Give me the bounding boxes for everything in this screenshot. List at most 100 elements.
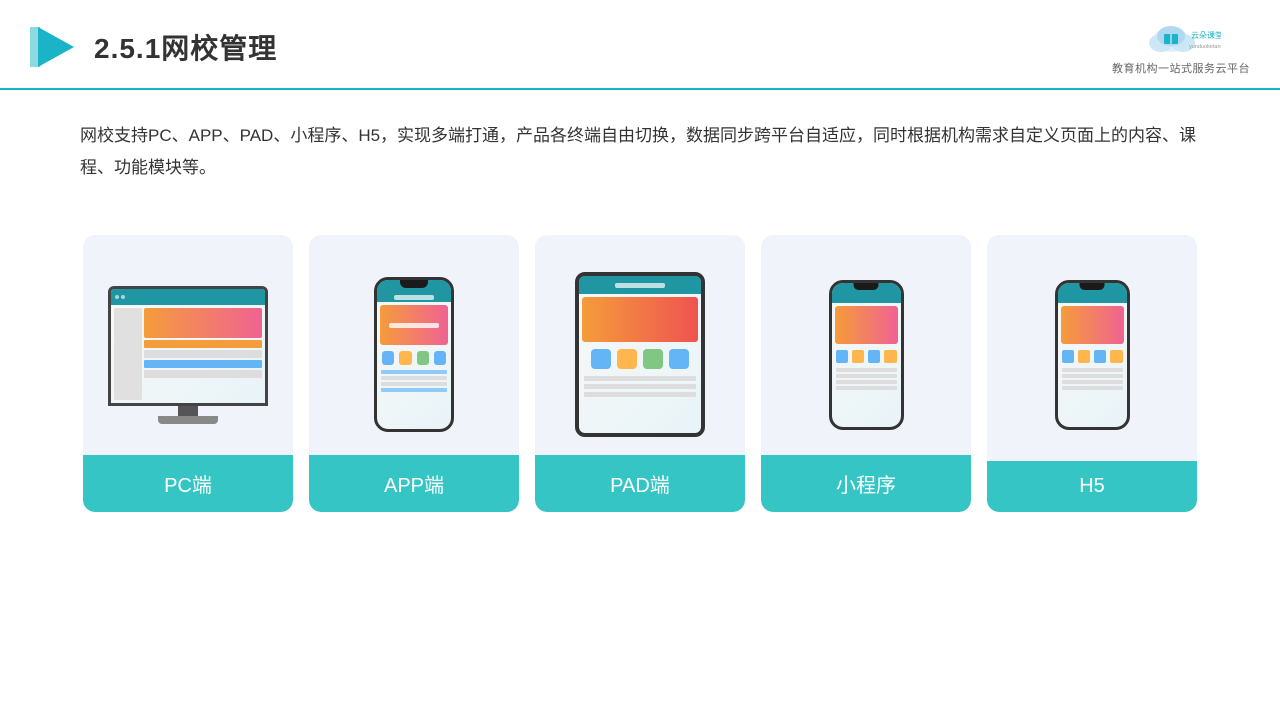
- app-device-area: [309, 255, 519, 455]
- mini-icon-3-h5: [1094, 350, 1106, 363]
- mini-row-1: [836, 368, 897, 372]
- play-icon: [30, 23, 78, 71]
- tablet-banner: [582, 297, 698, 342]
- pc-row-3: [144, 360, 262, 368]
- tablet-row-1: [584, 376, 696, 381]
- card-label-h5: H5: [987, 461, 1197, 512]
- phone-body-app: [374, 277, 454, 432]
- phone-content-app: [377, 368, 451, 394]
- phone-icon-3-app: [417, 351, 429, 365]
- mini-rows-h5: [1058, 366, 1127, 392]
- mini-phone-body-h5: [1055, 280, 1130, 430]
- mini-banner: [835, 306, 898, 344]
- mini-phone-body: [829, 280, 904, 430]
- page-title: 2.5.1网校管理: [94, 27, 277, 67]
- mini-row-3-h5: [1062, 380, 1123, 384]
- pc-screen-header: [111, 289, 265, 305]
- mini-row-4-h5: [1062, 386, 1123, 390]
- phone-icons-row-app: [377, 348, 451, 368]
- pc-screen: [111, 289, 265, 403]
- pc-device: [108, 286, 268, 424]
- pc-banner: [144, 308, 262, 338]
- tablet-rows: [579, 373, 701, 400]
- pc-dot-1: [115, 295, 119, 299]
- header-left: 2.5.1网校管理: [30, 23, 277, 71]
- tablet-device: [575, 272, 705, 437]
- mini-notch-h5: [1080, 283, 1105, 290]
- pc-row-2: [144, 350, 262, 358]
- card-pad: PAD端: [535, 235, 745, 512]
- phone-icon-2-app: [399, 351, 411, 365]
- phone-content-row-3-app: [381, 382, 447, 386]
- mini-row-4: [836, 386, 897, 390]
- phone-device-mini: [829, 280, 904, 430]
- mini-icon-3: [868, 350, 880, 363]
- phone-content-row-4-app: [381, 388, 447, 392]
- tablet-screen: [579, 276, 701, 433]
- pc-monitor: [108, 286, 268, 406]
- mini-icon-2: [852, 350, 864, 363]
- phone-content-row-2-app: [381, 376, 447, 380]
- card-h5: H5: [987, 235, 1197, 512]
- pc-row-1: [144, 340, 262, 348]
- mini-screen: [832, 283, 901, 427]
- phone-content-row-1-app: [381, 370, 447, 374]
- card-label-pad: PAD端: [535, 455, 745, 512]
- mini-icon-4-h5: [1110, 350, 1122, 363]
- mini-row-2: [836, 374, 897, 378]
- pc-main-content: [144, 308, 262, 400]
- mini-rows: [832, 366, 901, 392]
- pc-row-4: [144, 370, 262, 378]
- logo-area: 云朵课堂 yunduoketang.com 教育机构一站式服务云平台: [1112, 18, 1250, 76]
- mini-icon-4: [884, 350, 896, 363]
- pc-sidebar: [114, 308, 142, 400]
- svg-text:云朵课堂: 云朵课堂: [1191, 30, 1221, 40]
- tablet-icon-3: [643, 349, 663, 369]
- cards-container: PC端: [0, 215, 1280, 512]
- card-mini: 小程序: [761, 235, 971, 512]
- mini-screen-h5: [1058, 283, 1127, 427]
- card-label-pc: PC端: [83, 455, 293, 512]
- pc-device-area: [83, 255, 293, 455]
- pc-content-rows: [144, 340, 262, 400]
- mini-notch: [854, 283, 879, 290]
- mini-banner-h5: [1061, 306, 1124, 344]
- svg-text:yunduoketang.com: yunduoketang.com: [1189, 44, 1221, 50]
- phone-device-h5: [1055, 280, 1130, 430]
- tablet-icon-2: [617, 349, 637, 369]
- tablet-row-3: [584, 392, 696, 397]
- mini-device-area: [761, 255, 971, 455]
- pc-stand: [178, 406, 198, 416]
- tablet-icons: [579, 345, 701, 373]
- phone-icon-4-app: [434, 351, 446, 365]
- mini-row-3: [836, 380, 897, 384]
- card-label-app: APP端: [309, 455, 519, 512]
- tablet-icon-1: [591, 349, 611, 369]
- tablet-body: [575, 272, 705, 437]
- pad-device-area: [535, 255, 745, 455]
- tablet-icon-4: [669, 349, 689, 369]
- phone-banner-app: [380, 305, 448, 345]
- phone-title-bar-app: [394, 295, 434, 300]
- tablet-header: [579, 276, 701, 294]
- mini-icon-1-h5: [1062, 350, 1074, 363]
- mini-row-2-h5: [1062, 374, 1123, 378]
- card-app: APP端: [309, 235, 519, 512]
- mini-icons-h5: [1058, 347, 1127, 366]
- pc-base: [158, 416, 218, 424]
- logo-subtitle: 教育机构一站式服务云平台: [1112, 60, 1250, 76]
- page-header: 2.5.1网校管理 云朵课堂 yunduoketang.com 教育机构一站式服…: [0, 0, 1280, 90]
- brand-logo-icon: 云朵课堂 yunduoketang.com: [1141, 18, 1221, 58]
- mini-row-1-h5: [1062, 368, 1123, 372]
- phone-banner-text-app: [389, 323, 439, 328]
- description-text: 网校支持PC、APP、PAD、小程序、H5，实现多端打通，产品各终端自由切换，数…: [0, 90, 1280, 205]
- phone-icon-1-app: [382, 351, 394, 365]
- mini-icon-2-h5: [1078, 350, 1090, 363]
- pc-screen-body: [111, 305, 265, 403]
- phone-screen-app: [377, 280, 451, 429]
- description-content: 网校支持PC、APP、PAD、小程序、H5，实现多端打通，产品各终端自由切换，数…: [80, 126, 1196, 177]
- phone-device-app: [374, 277, 454, 432]
- tablet-header-title: [615, 283, 665, 288]
- tablet-row-2: [584, 384, 696, 389]
- mini-icon-1: [836, 350, 848, 363]
